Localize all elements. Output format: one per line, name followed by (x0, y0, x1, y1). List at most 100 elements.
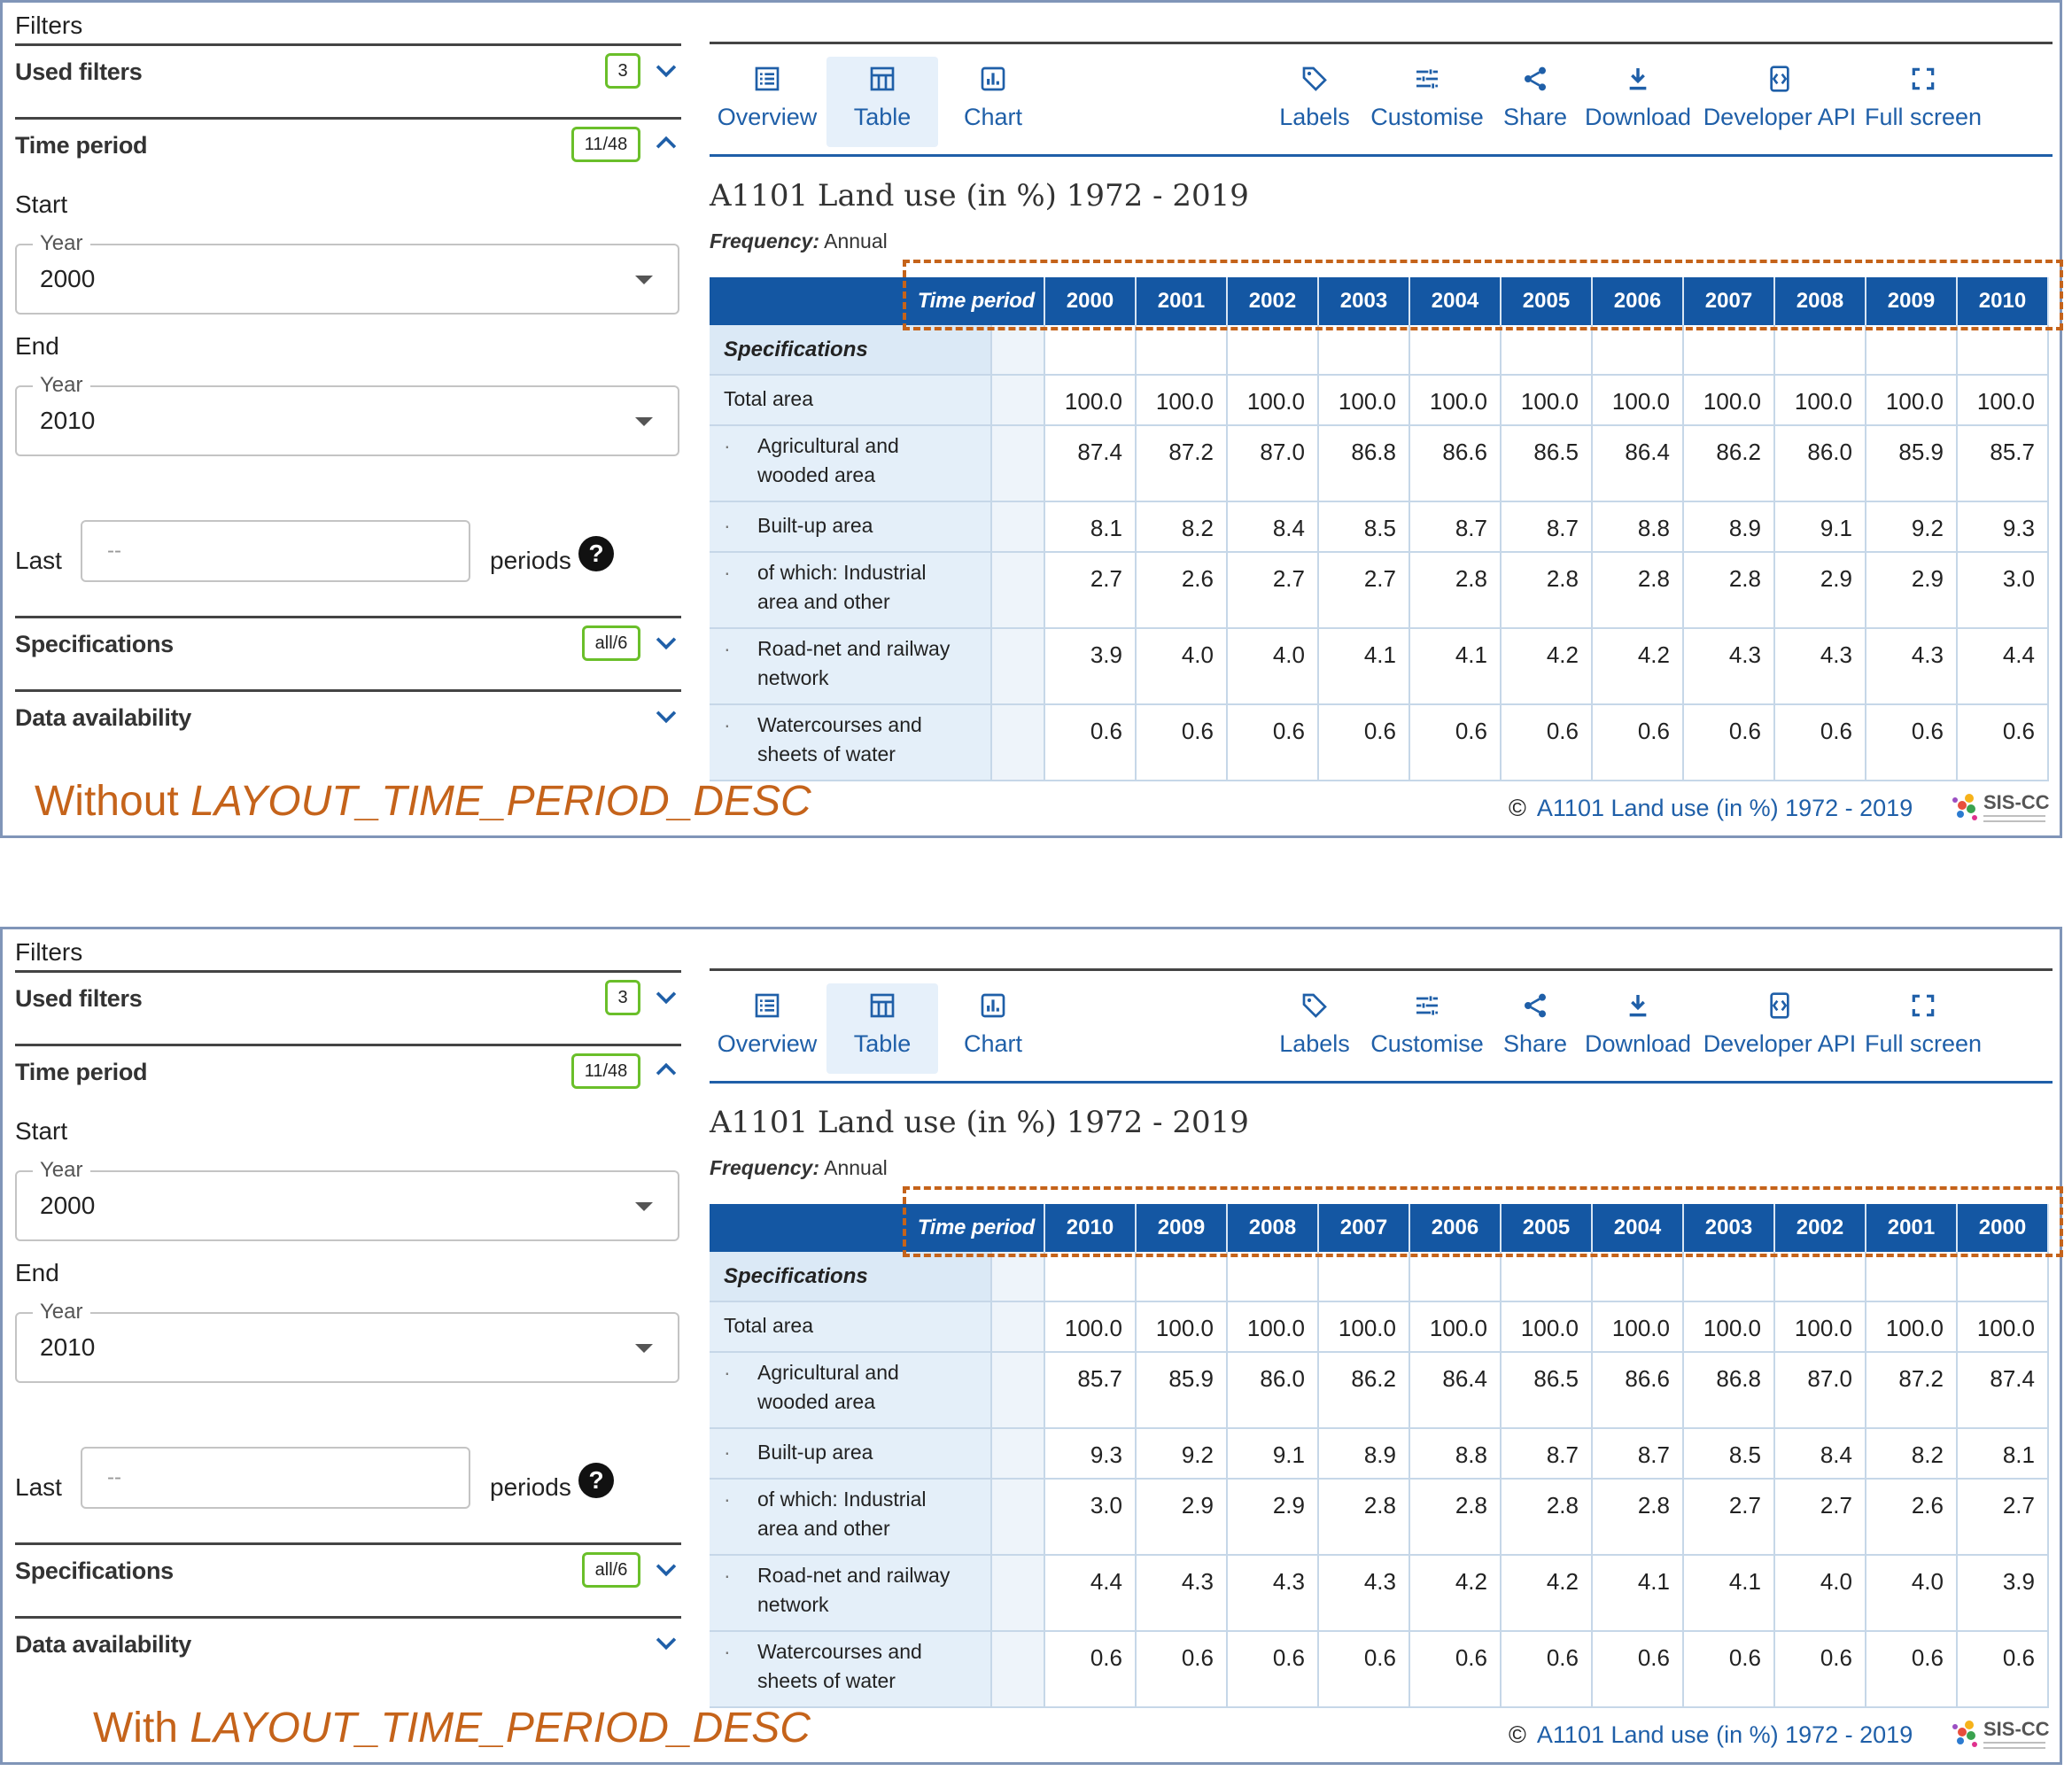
spacer-cell (991, 552, 1045, 629)
row-indent-marker: · (724, 514, 731, 537)
value-cell: 0.6 (1318, 704, 1410, 781)
chevron-down-icon[interactable] (651, 627, 681, 657)
row-label-line1: Agricultural and (757, 434, 899, 457)
labels-button[interactable]: Labels (1273, 983, 1356, 1074)
value-cell: 100.0 (1227, 1301, 1319, 1353)
specifications-row: Specifications (710, 1252, 2049, 1302)
chevron-down-icon[interactable] (651, 982, 681, 1012)
table-title: A1101 Land use (in %) 1972 - 2019 (710, 178, 1249, 214)
row-indent-marker: · (724, 1488, 731, 1511)
table-row: Total area 100.0 100.0 100.0 100.0 100.0 100.0… (710, 375, 2049, 426)
frequency-value: Annual (824, 229, 888, 252)
download-button[interactable]: Download (1583, 983, 1693, 1074)
empty-cell (1683, 1252, 1775, 1302)
api-icon (1702, 57, 1858, 101)
empty-cell (1409, 325, 1502, 376)
table-button[interactable]: Table (826, 57, 938, 147)
developer-api-button[interactable]: Developer API (1702, 57, 1858, 147)
footer-title-link[interactable]: A1101 Land use (in %) 1972 - 2019 (1537, 1721, 1913, 1748)
value-cell: 8.7 (1592, 1428, 1684, 1480)
help-icon[interactable]: ? (578, 536, 614, 571)
chevron-down-icon[interactable] (651, 55, 681, 85)
spacer-cell (991, 375, 1045, 426)
share-label: Share (1502, 104, 1568, 130)
value-cell: 2.7 (1683, 1479, 1775, 1556)
time-period-body: Start Year 2000 End Year 2010 Last -- pe… (15, 190, 681, 616)
start-year-select[interactable]: Year 2000 (15, 1158, 679, 1241)
time-period-badge: 11/48 (571, 1053, 640, 1089)
data-table: Time period 2000 2001 2002 2003 2004 2005 2006 2… (710, 277, 2049, 781)
specifications-section[interactable]: Specifications all/6 (15, 616, 681, 689)
value-cell: 2.7 (1318, 552, 1410, 629)
value-cell: 9.2 (1866, 501, 1958, 553)
empty-cell (1592, 1252, 1684, 1302)
customise-button[interactable]: Customise (1367, 983, 1487, 1074)
value-cell: 8.4 (1774, 1428, 1866, 1480)
used-filters-badge: 3 (605, 53, 640, 89)
time-period-section[interactable]: Time period 11/48 (15, 117, 681, 190)
chevron-up-icon[interactable] (651, 128, 681, 159)
value-cell: 85.7 (1044, 1352, 1137, 1429)
footer-title-link[interactable]: A1101 Land use (in %) 1972 - 2019 (1537, 795, 1913, 821)
last-periods-input[interactable]: -- (81, 520, 470, 582)
table-button[interactable]: Table (826, 983, 938, 1074)
start-label: Start (15, 190, 68, 218)
filters-title: Filters (15, 12, 83, 39)
chart-button[interactable]: Chart (942, 57, 1044, 147)
chevron-down-icon[interactable] (651, 1554, 681, 1584)
developer-api-button[interactable]: Developer API (1702, 983, 1858, 1074)
value-cell: 4.1 (1409, 628, 1502, 705)
table-icon (826, 57, 938, 101)
value-cell: 9.3 (1044, 1428, 1137, 1480)
row-label-line1: Watercourses and (757, 713, 922, 736)
overview-button[interactable]: Overview (710, 983, 825, 1074)
last-periods-input[interactable]: -- (81, 1447, 470, 1509)
value-cell: 100.0 (1318, 1301, 1410, 1353)
row-label-text: Agricultural and wooded area (745, 431, 899, 490)
value-cell: 100.0 (1136, 1301, 1228, 1353)
value-cell: 86.5 (1501, 1352, 1593, 1429)
share-button[interactable]: Share (1500, 983, 1571, 1074)
start-year-select[interactable]: Year 2000 (15, 231, 679, 315)
value-cell: 8.1 (1957, 1428, 2049, 1480)
row-label: · Built-up area (710, 1428, 992, 1480)
used-filters-section[interactable]: Used filters 3 (15, 970, 681, 1044)
row-label-line2: sheets of water (757, 1669, 896, 1692)
row-label-text: Watercourses and sheets of water (745, 711, 922, 769)
full-screen-button[interactable]: Full screen (1861, 57, 1985, 147)
chart-button[interactable]: Chart (942, 983, 1044, 1074)
row-label: · Road-net and railway network (710, 1555, 992, 1632)
share-button[interactable]: Share (1500, 57, 1571, 147)
spacer-cell (991, 1301, 1045, 1353)
download-button[interactable]: Download (1583, 57, 1693, 147)
chevron-down-icon[interactable] (651, 701, 681, 731)
value-cell: 100.0 (1683, 375, 1775, 426)
full-screen-label: Full screen (1864, 104, 1983, 130)
value-cell: 0.6 (1136, 704, 1228, 781)
chevron-down-icon[interactable] (651, 1628, 681, 1658)
time-period-section[interactable]: Time period 11/48 (15, 1044, 681, 1117)
value-cell: 2.8 (1592, 1479, 1684, 1556)
end-year-select[interactable]: Year 2010 (15, 1300, 679, 1383)
logo-burst (1952, 794, 1977, 820)
spacer-cell (991, 1428, 1045, 1480)
chevron-up-icon[interactable] (651, 1055, 681, 1085)
value-cell: 100.0 (1683, 1301, 1775, 1353)
full-screen-button[interactable]: Full screen (1861, 983, 1985, 1074)
filters-sidebar: Filters Used filters 3 Time period 11/48… (15, 935, 681, 1690)
overview-button[interactable]: Overview (710, 57, 825, 147)
labels-label: Labels (1279, 104, 1350, 130)
value-cell: 2.7 (1044, 552, 1137, 629)
end-year-select[interactable]: Year 2010 (15, 373, 679, 456)
value-cell: 85.9 (1136, 1352, 1228, 1429)
customise-button[interactable]: Customise (1367, 57, 1487, 147)
used-filters-section[interactable]: Used filters 3 (15, 43, 681, 117)
labels-button[interactable]: Labels (1273, 57, 1356, 147)
value-cell: 2.7 (1957, 1479, 2049, 1556)
help-icon[interactable]: ? (578, 1463, 614, 1498)
specifications-section[interactable]: Specifications all/6 (15, 1542, 681, 1616)
value-cell: 2.8 (1318, 1479, 1410, 1556)
data-availability-section[interactable]: Data availability (15, 689, 681, 763)
data-availability-section[interactable]: Data availability (15, 1616, 681, 1690)
value-cell: 3.0 (1044, 1479, 1137, 1556)
